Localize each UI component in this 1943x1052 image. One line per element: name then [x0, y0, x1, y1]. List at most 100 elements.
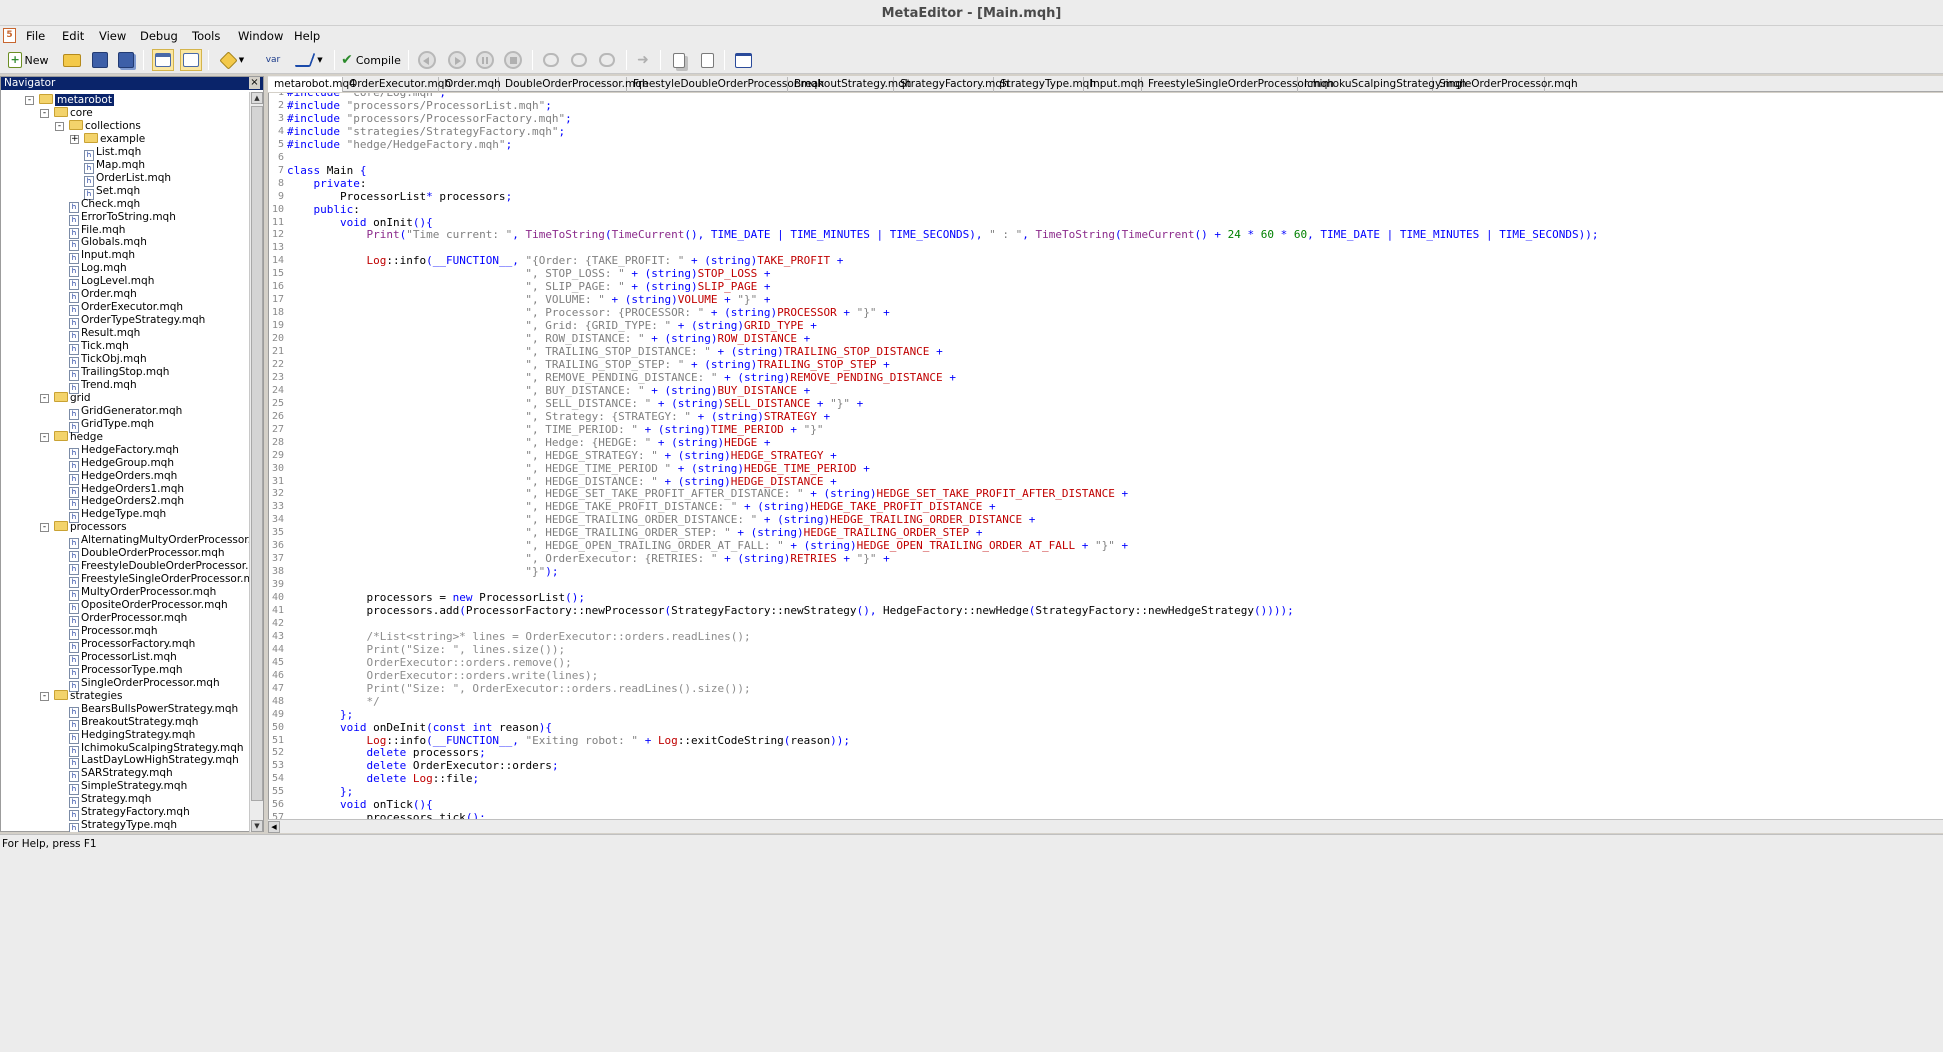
tab-ichimokuscalpingstrategy-mqh[interactable]: IchimokuScalpingStrategy.mqh	[1298, 77, 1467, 92]
tree-folder[interactable]: - metarobot	[25, 94, 114, 107]
tree-folder[interactable]: + example	[70, 132, 145, 146]
tree-folder[interactable]: - core	[40, 106, 93, 120]
scroll-down-icon[interactable]: ▼	[251, 820, 263, 832]
tree-file[interactable]: hAlternatingMultyOrderProcessor.mqh	[69, 534, 249, 550]
scroll-up-icon[interactable]: ▲	[251, 92, 263, 104]
tree-file[interactable]: h Globals.mqh	[69, 236, 147, 252]
collapse-icon[interactable]: -	[25, 96, 34, 105]
new-button[interactable]: + New	[4, 49, 52, 71]
tree-file[interactable]: h MultyOrderProcessor.mqh	[69, 586, 216, 602]
tree-file[interactable]: h OrderProcessor.mqh	[69, 612, 187, 627]
tree-file[interactable]: h BreakoutStrategy.mqh	[69, 716, 198, 731]
tree-file[interactable]: h HedgeType.mqh	[69, 508, 166, 524]
tree-file[interactable]: h SingleOrderProcessor.mqh	[69, 677, 220, 692]
tree-file[interactable]: h OpositeOrderProcessor.mqh	[69, 599, 228, 615]
tree-file[interactable]: hFreestyleDoubleOrderProcessor.mqh	[69, 560, 249, 576]
tree-file[interactable]: h ProcessorList.mqh	[69, 651, 177, 666]
debug-pause-button[interactable]	[474, 49, 496, 71]
tree-file[interactable]: h HedgeOrders.mqh	[69, 470, 177, 485]
navigator-scrollbar[interactable]: ▲ ▼	[249, 92, 263, 832]
tree-file[interactable]: h OrderList.mqh	[84, 172, 171, 187]
go-to-button[interactable]: ➜	[632, 49, 654, 71]
tab-strategytype-mqh[interactable]: StrategyType.mqh	[994, 77, 1096, 92]
save-button[interactable]	[90, 49, 110, 71]
tree-file[interactable]: h ProcessorFactory.mqh	[69, 638, 195, 653]
tree-file[interactable]: h ProcessorType.mqh	[69, 664, 183, 679]
expand-icon[interactable]: +	[70, 134, 79, 144]
tree-folder[interactable]: - strategies	[40, 689, 122, 703]
tree-file[interactable]: h Strategy.mqh	[69, 793, 151, 809]
tree-file[interactable]: h FreestyleSingleOrderProcessor.mqh	[69, 573, 249, 589]
tab-singleorderprocessor-mqh[interactable]: SingleOrderProcessor.mqh	[1433, 77, 1578, 92]
menu-file[interactable]: File	[26, 29, 45, 43]
debug-start-button[interactable]	[446, 49, 468, 71]
bookmark-dropdown-button[interactable]: ▼	[216, 49, 250, 71]
collapse-icon[interactable]: -	[55, 121, 64, 131]
collapse-icon[interactable]: -	[40, 108, 49, 118]
collapse-icon[interactable]: -	[40, 393, 49, 403]
tree-file[interactable]: h GridType.mqh	[69, 418, 154, 433]
menu-debug[interactable]: Debug	[140, 29, 178, 43]
step-out-button[interactable]	[596, 49, 618, 71]
find-in-files-button[interactable]	[696, 49, 718, 71]
scroll-left-icon[interactable]: ◀	[268, 821, 280, 833]
tree-file[interactable]: h Log.mqh	[69, 262, 127, 278]
tree-folder[interactable]: - hedge	[40, 430, 103, 444]
tab-order-mqh[interactable]: Order.mqh	[439, 77, 501, 92]
tree-folder[interactable]: - processors	[40, 521, 127, 534]
tree-file[interactable]: h BearsBullsPowerStrategy.mqh	[69, 703, 238, 718]
open-button[interactable]	[62, 49, 82, 71]
tree-file[interactable]: h LogLevel.mqh	[69, 275, 154, 291]
collapse-icon[interactable]: -	[40, 432, 49, 442]
tree-file[interactable]: h Check.mqh	[69, 198, 140, 213]
tree-file[interactable]: h HedgeOrders2.mqh	[69, 495, 184, 511]
tree-file[interactable]: h File.mqh	[69, 224, 125, 239]
tree-file[interactable]: h Processor.mqh	[69, 625, 158, 640]
horizontal-scrollbar[interactable]: ◀	[268, 819, 1943, 833]
tree-file[interactable]: h Result.mqh	[69, 327, 140, 343]
tree-file[interactable]: h ErrorToString.mqh	[69, 211, 176, 226]
menu-help[interactable]: Help	[294, 29, 320, 43]
menu-window[interactable]: Window	[238, 29, 283, 43]
tree-file[interactable]: h HedgeFactory.mqh	[69, 444, 179, 459]
debug-back-button[interactable]	[416, 49, 438, 71]
tab-freestyledoubleorderprocessor-mqh[interactable]: FreestyleDoubleOrderProcessor.mqh	[627, 77, 824, 92]
tree-file[interactable]: h StrategyType.mqh	[69, 819, 177, 832]
tree-file[interactable]: h Order.mqh	[69, 288, 137, 304]
scroll-thumb[interactable]	[251, 106, 263, 801]
tree-folder[interactable]: - collections	[55, 119, 141, 133]
tree-file[interactable]: h Input.mqh	[69, 249, 135, 265]
menu-tools[interactable]: Tools	[192, 29, 220, 43]
tree-file[interactable]: h Tick.mqh	[69, 340, 129, 356]
tree-file[interactable]: h StrategyFactory.mqh	[69, 806, 190, 822]
tab-orderexecutor-mqh[interactable]: OrderExecutor.mqh	[343, 77, 451, 92]
variables-button[interactable]: var	[258, 49, 288, 71]
tab-metarobot-mq4[interactable]: metarobot.mq4	[268, 77, 356, 92]
collapse-icon[interactable]: -	[40, 523, 49, 533]
tab-breakoutstrategy-mqh[interactable]: BreakoutStrategy.mqh	[788, 77, 911, 92]
tree-file[interactable]: h HedgeGroup.mqh	[69, 457, 174, 472]
tree-file[interactable]: h Map.mqh	[84, 159, 145, 174]
menu-view[interactable]: View	[99, 29, 126, 43]
copy-button[interactable]	[668, 49, 690, 71]
tree-file[interactable]: h List.mqh	[84, 146, 141, 161]
compile-button[interactable]: ✔ Compile	[340, 49, 402, 71]
tree-file[interactable]: h TrailingStop.mqh	[69, 366, 169, 381]
tab-freestylesingleorderprocessor-mqh[interactable]: FreestyleSingleOrderProcessor.mqh	[1142, 77, 1334, 92]
collapse-icon[interactable]: -	[40, 691, 49, 701]
tree-file[interactable]: h LastDayLowHighStrategy.mqh	[69, 754, 239, 770]
tree-folder[interactable]: - grid	[40, 391, 91, 405]
tab-input-mqh[interactable]: Input.mqh	[1084, 77, 1144, 92]
app-icon[interactable]: 5	[3, 28, 16, 43]
tree-file[interactable]: h OrderExecutor.mqh	[69, 301, 183, 317]
tab-doubleorderprocessor-mqh[interactable]: DoubleOrderProcessor.mqh	[499, 77, 649, 92]
tree-file[interactable]: h HedgeOrders1.mqh	[69, 483, 184, 498]
tree-file[interactable]: h OrderTypeStrategy.mqh	[69, 314, 205, 330]
step-into-button[interactable]	[540, 49, 562, 71]
menu-edit[interactable]: Edit	[62, 29, 84, 43]
tree-file[interactable]: h Trend.mqh	[69, 379, 137, 394]
toolbox-toggle-button[interactable]	[180, 49, 202, 71]
terminal-button[interactable]	[732, 49, 754, 71]
tab-strategyfactory-mqh[interactable]: StrategyFactory.mqh	[894, 77, 1009, 92]
save-all-button[interactable]	[116, 49, 136, 71]
